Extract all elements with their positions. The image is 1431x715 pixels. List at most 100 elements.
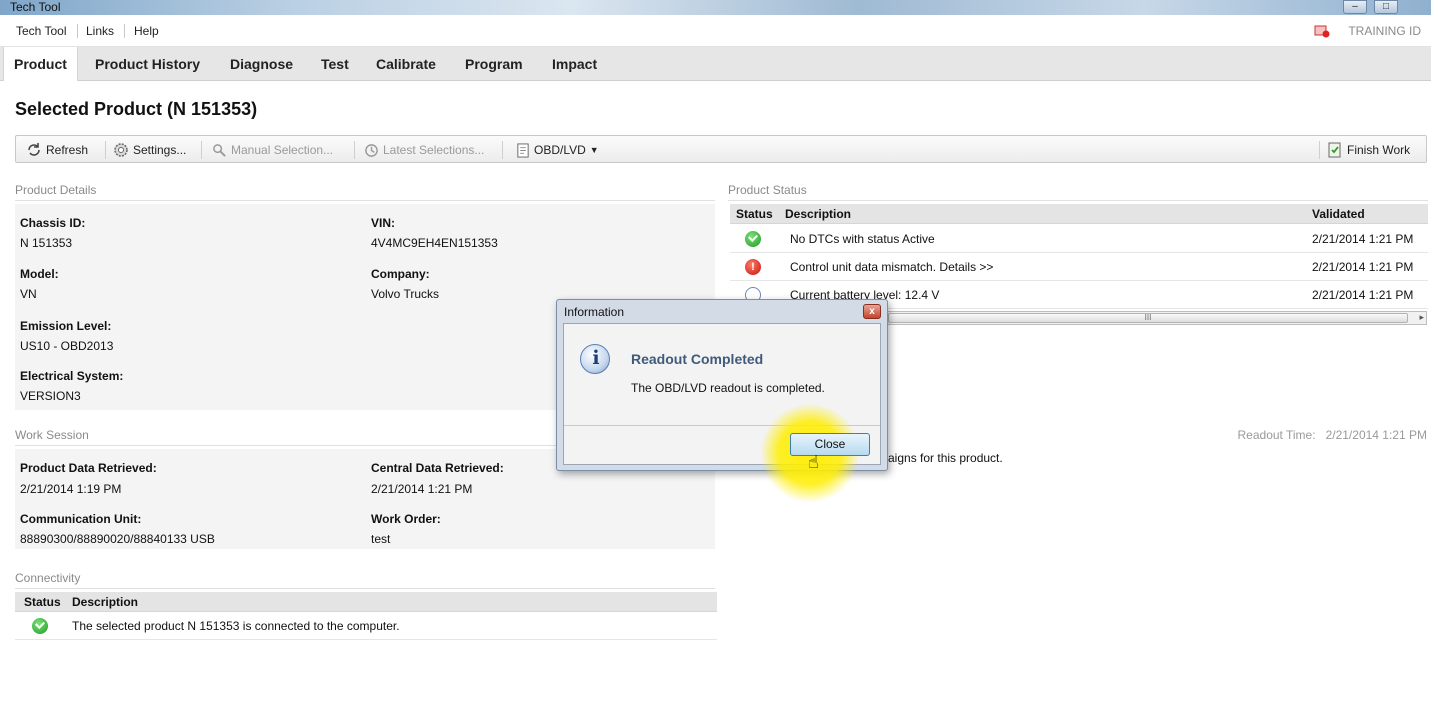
toolbar-separator [105,141,106,159]
emission-level-label: Emission Level: [20,319,112,333]
latest-selections-button[interactable]: Latest Selections... [364,140,484,160]
main-tabs: Product Product History Diagnose Test Ca… [0,47,1431,81]
company-label: Company: [371,267,430,281]
central-data-retrieved-value: 2/21/2014 1:21 PM [371,482,473,496]
product-details-title: Product Details [15,183,97,197]
central-data-retrieved-label: Central Data Retrieved: [371,461,504,475]
scroll-right-arrow[interactable]: ▸ [1419,312,1424,323]
tab-product[interactable]: Product [3,47,78,81]
status-description: No DTCs with status Active [790,232,935,246]
dialog-message: The OBD/LVD readout is completed. [631,381,825,395]
model-value: VN [20,287,37,301]
document-icon [517,142,529,158]
finish-work-icon [1328,142,1341,158]
obd-lvd-label: OBD/LVD [534,143,586,157]
finish-work-label: Finish Work [1347,143,1411,157]
settings-button[interactable]: Settings... [113,140,186,160]
product-status-row[interactable]: Control unit data mismatch. Details >> 2… [730,254,1428,281]
dialog-title: Information [564,305,625,319]
check-icon [32,618,48,634]
settings-label: Settings... [133,143,187,157]
chassis-id-value: N 151353 [20,236,73,250]
window-titlebar: Tech Tool – □ [0,0,1431,15]
toolbar-separator [502,141,503,159]
refresh-icon [28,143,40,156]
refresh-button[interactable]: Refresh [26,140,88,160]
connectivity-description-header: Description [72,595,139,609]
emission-level-value: US10 - OBD2013 [20,339,114,353]
status-column-header: Status [736,207,773,221]
menu-separator [124,24,125,38]
connectivity-row[interactable]: The selected product N 151353 is connect… [15,613,717,640]
product-status-table-header: Status Description Validated [730,204,1428,224]
product-data-retrieved-label: Product Data Retrieved: [20,461,157,475]
product-data-retrieved-value: 2/21/2014 1:19 PM [20,482,122,496]
product-status-row[interactable]: No DTCs with status Active 2/21/2014 1:2… [730,226,1428,253]
training-id-label: TRAINING ID [1348,24,1421,38]
work-session-title: Work Session [15,428,89,442]
gear-icon [114,143,128,157]
check-icon [745,231,761,247]
minimize-button[interactable]: – [1343,0,1367,14]
tab-program[interactable]: Program [463,47,525,81]
tab-impact[interactable]: Impact [550,47,599,81]
tab-product-history[interactable]: Product History [93,47,202,81]
readout-time: Readout Time: 2/21/2014 1:21 PM [1238,428,1427,442]
tab-diagnose[interactable]: Diagnose [228,47,295,81]
menu-separator [77,24,78,38]
readout-time-label: Readout Time: [1237,428,1316,442]
communication-unit-label: Communication Unit: [20,512,142,526]
readout-time-value: 2/21/2014 1:21 PM [1325,428,1427,442]
work-order-value: test [371,532,391,546]
finish-work-button[interactable]: Finish Work [1327,140,1410,160]
tab-calibrate[interactable]: Calibrate [374,47,438,81]
connectivity-row-text: The selected product N 151353 is connect… [72,619,400,633]
connectivity-status-header: Status [24,595,61,609]
search-icon [213,143,226,157]
status-description: Control unit data mismatch. Details >> [790,260,994,274]
electrical-system-value: VERSION3 [20,389,81,403]
menu-links[interactable]: Links [86,24,114,38]
page-title: Selected Product (N 151353) [15,99,258,119]
section-divider [15,588,715,589]
hand-cursor-icon: ☝ [808,452,819,472]
communication-unit-value: 88890300/88890020/88840133 USB [20,532,215,546]
chevron-down-icon: ▼ [589,145,599,155]
error-icon [745,259,761,275]
connectivity-title: Connectivity [15,571,81,585]
training-id-area: TRAINING ID [1314,24,1421,38]
dialog-heading: Readout Completed [631,351,764,367]
product-status-title: Product Status [728,183,807,197]
vin-value: 4V4MC9EH4EN151353 [371,236,498,250]
info-icon [580,344,611,374]
vin-label: VIN: [371,216,395,230]
campaign-text: aigns for this product. [888,451,1003,465]
dialog-close-x-button[interactable]: x [863,304,881,319]
toolbar-separator [354,141,355,159]
horizontal-scrollbar[interactable]: III ▸ [887,311,1427,325]
chassis-id-label: Chassis ID: [20,216,86,230]
description-column-header: Description [785,207,852,221]
electrical-system-label: Electrical System: [20,369,124,383]
menu-bar: Tech Tool Links Help TRAINING ID [0,15,1431,47]
status-validated: 2/21/2014 1:21 PM [1312,232,1414,246]
product-toolbar: Refresh Settings... Manual Selection... … [15,135,1427,163]
toolbar-separator [201,141,202,159]
window-title: Tech Tool [10,0,61,14]
menu-help[interactable]: Help [134,24,159,38]
maximize-button[interactable]: □ [1374,0,1398,14]
tab-test[interactable]: Test [319,47,351,81]
work-order-label: Work Order: [371,512,441,526]
training-badge-icon [1314,24,1330,38]
clock-icon [365,143,378,157]
menu-tech-tool[interactable]: Tech Tool [16,24,66,38]
connectivity-table-header: Status Description [15,592,717,612]
close-button[interactable]: Close [790,433,870,456]
manual-selection-label: Manual Selection... [231,143,334,157]
section-divider [15,200,715,201]
dialog-body: Readout Completed The OBD/LVD readout is… [563,323,881,502]
scrollbar-thumb[interactable]: III [888,313,1408,323]
status-validated: 2/21/2014 1:21 PM [1312,288,1414,302]
manual-selection-button[interactable]: Manual Selection... [212,140,333,160]
obd-lvd-dropdown[interactable]: OBD/LVD ▼ [516,140,599,160]
